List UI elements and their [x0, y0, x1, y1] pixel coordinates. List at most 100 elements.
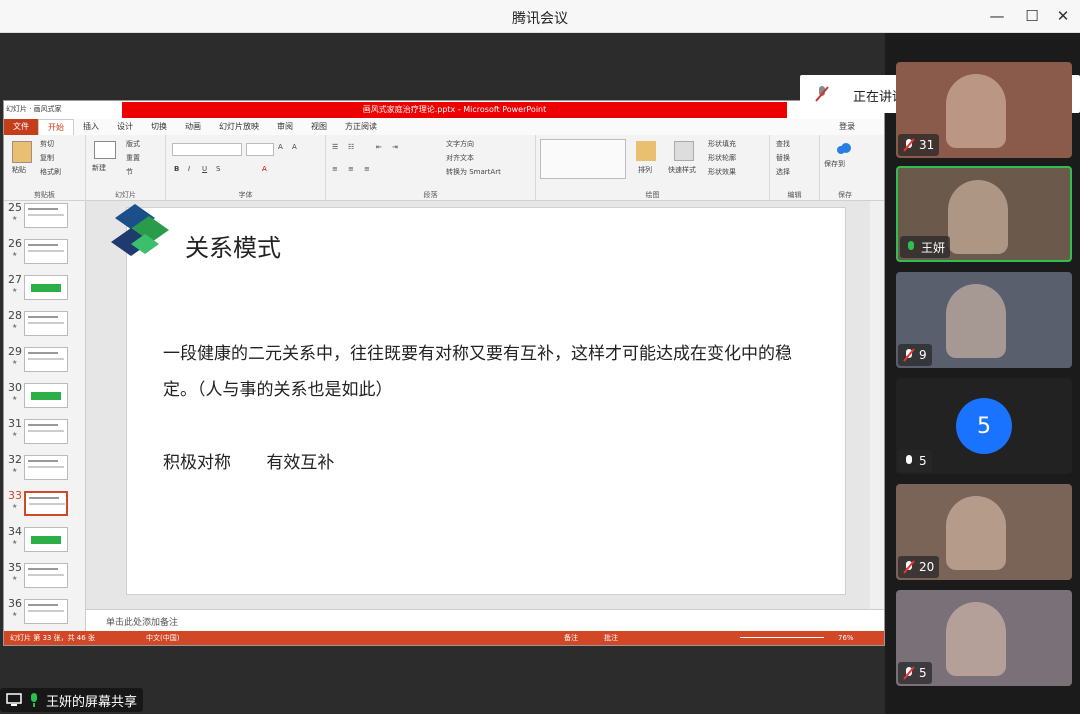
paste-icon[interactable] [12, 141, 32, 163]
slide-canvas: 关系模式 一段健康的二元关系中，往往既要有对称又要有互补，这样才可能达成在变化中… [86, 201, 884, 609]
thumbnail-image[interactable] [24, 419, 68, 444]
close-button[interactable]: ✕ [1048, 4, 1078, 28]
tab-view[interactable]: 视图 [302, 119, 336, 135]
quick-styles-icon[interactable] [674, 141, 694, 161]
thumbnail-image[interactable] [24, 383, 68, 408]
replace-button[interactable]: 替换 [776, 153, 790, 163]
shapes-gallery[interactable] [540, 139, 626, 179]
bullets-button[interactable]: ☰ [332, 143, 338, 151]
subpoint-symmetry: 积极对称 [163, 453, 231, 473]
cloud-icon[interactable] [836, 141, 852, 155]
slide-thumbnail[interactable]: 34 ★ [4, 525, 85, 561]
tab-review[interactable]: 审阅 [268, 119, 302, 135]
new-slide-button[interactable]: 新建 [92, 163, 106, 173]
zoom-level[interactable]: 76% [838, 631, 854, 645]
tab-file[interactable]: 文件 [4, 119, 38, 135]
slide-thumbnail[interactable]: 35 ★ [4, 561, 85, 597]
notes-toggle-button[interactable]: 备注 [564, 631, 578, 645]
italic-button[interactable]: I [188, 165, 190, 173]
vertical-scrollbar[interactable] [870, 201, 884, 633]
shape-fill-button[interactable]: 形状填充 [708, 139, 736, 149]
current-slide[interactable]: 关系模式 一段健康的二元关系中，往往既要有对称又要有互补，这样才可能达成在变化中… [111, 204, 846, 595]
slide-thumbnail[interactable]: 28 ★ [4, 309, 85, 345]
quick-styles-button[interactable]: 快速样式 [668, 165, 696, 175]
select-button[interactable]: 选择 [776, 167, 790, 177]
tab-animations[interactable]: 动画 [176, 119, 210, 135]
thumbnail-image[interactable] [24, 527, 68, 552]
quick-access-toolbar[interactable]: 幻灯片 · 画风式家 [6, 104, 62, 114]
zoom-slider[interactable] [740, 637, 824, 638]
new-slide-icon[interactable] [94, 141, 116, 159]
slide-thumbnail[interactable]: 26 ★ [4, 237, 85, 273]
thumbnail-image[interactable] [24, 203, 68, 228]
screen-share-label[interactable]: 王妍的屏幕共享 [0, 688, 144, 712]
participant-tile[interactable]: 9 [896, 272, 1072, 368]
font-size-select[interactable] [246, 143, 274, 156]
text-direction-button[interactable]: 文字方向 [446, 139, 474, 149]
tab-home[interactable]: 开始 [38, 119, 74, 135]
align-text-button[interactable]: 对齐文本 [446, 153, 474, 163]
animation-star-icon: ★ [12, 395, 18, 402]
minimize-button[interactable]: — [982, 4, 1012, 28]
save-baidu-button[interactable]: 保存到 [824, 159, 845, 169]
reset-button[interactable]: 重置 [126, 153, 140, 163]
thumbnail-image[interactable] [24, 491, 68, 516]
slide-thumbnail-panel[interactable]: 25 ★ 26 ★ 27 ★ 28 ★ 29 ★ 30 ★ 31 ★ 32 ★ 33 ★ 34 ★ 35 ★ 36 ★ [4, 201, 86, 633]
arrange-icon[interactable] [636, 141, 656, 161]
slide-thumbnail[interactable]: 25 ★ [4, 201, 85, 237]
bold-button[interactable]: B [174, 165, 179, 173]
maximize-button[interactable]: ☐ [1017, 4, 1047, 28]
underline-button[interactable]: U [202, 165, 207, 173]
thumbnail-image[interactable] [24, 599, 68, 624]
participant-tile[interactable]: 王妍 [896, 166, 1072, 262]
strikethrough-button[interactable]: S [216, 165, 220, 173]
layout-button[interactable]: 版式 [126, 139, 140, 149]
login-link[interactable]: 登录 [830, 119, 864, 135]
font-family-select[interactable] [172, 143, 242, 156]
increase-indent-button[interactable]: ⇥ [392, 143, 398, 151]
comments-toggle-button[interactable]: 批注 [604, 631, 618, 645]
arrange-button[interactable]: 排列 [638, 165, 652, 175]
decrease-indent-button[interactable]: ⇤ [376, 143, 382, 151]
notes-pane[interactable]: 单击此处添加备注 [86, 609, 884, 633]
thumbnail-image[interactable] [24, 563, 68, 588]
thumbnail-image[interactable] [24, 275, 68, 300]
tab-design[interactable]: 设计 [108, 119, 142, 135]
font-color-button[interactable]: A [262, 165, 267, 173]
align-left-button[interactable]: ≡ [332, 165, 338, 173]
participant-tile[interactable]: 31 [896, 62, 1072, 158]
grow-font-button[interactable]: A [278, 143, 283, 151]
slide-thumbnail[interactable]: 32 ★ [4, 453, 85, 489]
slide-thumbnail[interactable]: 36 ★ [4, 597, 85, 633]
cut-button[interactable]: 剪切 [40, 139, 54, 149]
smartart-button[interactable]: 转换为 SmartArt [446, 167, 501, 177]
shrink-font-button[interactable]: A [292, 143, 297, 151]
thumbnail-image[interactable] [24, 239, 68, 264]
align-center-button[interactable]: ≡ [348, 165, 354, 173]
align-right-button[interactable]: ≡ [364, 165, 370, 173]
thumbnail-image[interactable] [24, 311, 68, 336]
slide-thumbnail[interactable]: 33 ★ [4, 489, 85, 525]
participant-tile[interactable]: 55 [896, 378, 1072, 474]
thumbnail-image[interactable] [24, 347, 68, 372]
participant-tile[interactable]: 20 [896, 484, 1072, 580]
numbering-button[interactable]: ☷ [348, 143, 354, 151]
slide-thumbnail[interactable]: 30 ★ [4, 381, 85, 417]
tab-fangzheng[interactable]: 方正阅读 [336, 119, 386, 135]
shape-effects-button[interactable]: 形状效果 [708, 167, 736, 177]
section-button[interactable]: 节 [126, 167, 133, 177]
slide-thumbnail[interactable]: 31 ★ [4, 417, 85, 453]
find-button[interactable]: 查找 [776, 139, 790, 149]
format-painter-button[interactable]: 格式刷 [40, 167, 61, 177]
slide-thumbnail[interactable]: 29 ★ [4, 345, 85, 381]
tab-slideshow[interactable]: 幻灯片放映 [210, 119, 268, 135]
participant-tile[interactable]: 5 [896, 590, 1072, 686]
thumbnail-image[interactable] [24, 455, 68, 480]
paste-button[interactable]: 粘贴 [12, 165, 26, 175]
thumb-text-line [28, 430, 64, 432]
copy-button[interactable]: 复制 [40, 153, 54, 163]
slide-thumbnail[interactable]: 27 ★ [4, 273, 85, 309]
tab-insert[interactable]: 插入 [74, 119, 108, 135]
shape-outline-button[interactable]: 形状轮廓 [708, 153, 736, 163]
tab-transitions[interactable]: 切换 [142, 119, 176, 135]
